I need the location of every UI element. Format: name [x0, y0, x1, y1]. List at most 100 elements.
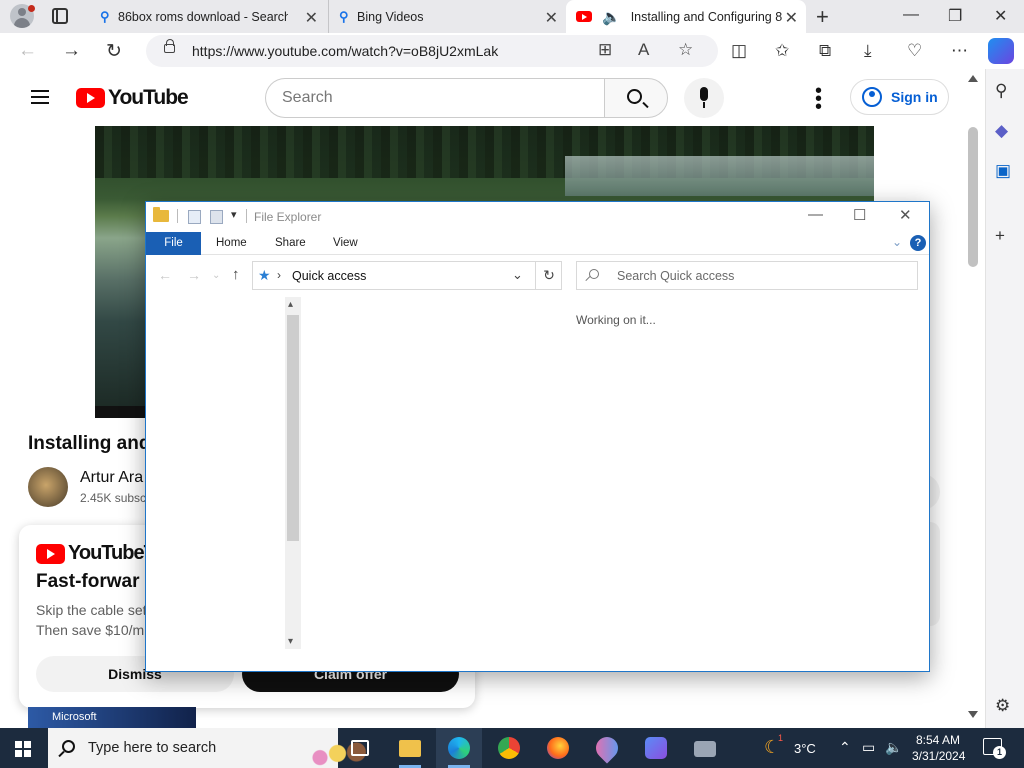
youtube-logo[interactable]: YouTube: [76, 86, 189, 110]
browser-tab-youtube-active[interactable]: 🔈 Installing and Configuring 8 ✕: [566, 0, 806, 33]
recent-locations-icon[interactable]: ⌄: [212, 270, 220, 281]
speaker-icon[interactable]: 🔈: [602, 8, 621, 26]
camera-icon: [694, 741, 716, 757]
copilot-sidebar-icon[interactable]: ◆: [995, 121, 1008, 141]
chevron-up-icon[interactable]: ⌃: [839, 739, 851, 756]
taskbar-chrome[interactable]: [486, 728, 532, 768]
scrollbar-thumb[interactable]: [968, 127, 978, 267]
up-icon[interactable]: ↑: [232, 266, 240, 283]
video-lake: [565, 156, 874, 196]
taskbar-file-explorer[interactable]: [387, 728, 433, 768]
search-icon[interactable]: ⚲: [995, 81, 1007, 101]
task-view-button[interactable]: [337, 728, 383, 768]
downloads-icon[interactable]: ⤓: [864, 41, 872, 61]
back-icon[interactable]: ←: [158, 267, 172, 283]
forward-icon[interactable]: →: [62, 40, 81, 62]
settings-more-icon[interactable]: ⋯: [951, 41, 968, 61]
ribbon-tab-view[interactable]: View: [333, 237, 358, 249]
menu-icon[interactable]: [31, 90, 49, 104]
quick-access-toolbar-dropdown-icon[interactable]: ▾: [231, 208, 237, 221]
loading-status: Working on it...: [576, 313, 656, 327]
explorer-titlebar[interactable]: ▾ File Explorer — ☐ ✕: [146, 202, 929, 232]
new-folder-icon[interactable]: [210, 210, 223, 224]
clock-time[interactable]: 8:54 AM: [916, 733, 960, 747]
close-tab-icon[interactable]: ✕: [305, 8, 318, 28]
windows-start-icon[interactable]: [15, 741, 31, 757]
minimize-icon[interactable]: —: [903, 6, 919, 24]
search-placeholder: Search: [282, 89, 333, 106]
refresh-icon[interactable]: ↻: [106, 40, 122, 63]
outlook-icon[interactable]: ▣: [995, 161, 1011, 181]
network-icon[interactable]: ▭: [862, 739, 875, 756]
tab-actions-icon[interactable]: [52, 8, 68, 24]
help-icon[interactable]: ?: [910, 235, 926, 251]
explorer-search-placeholder: Search Quick access: [617, 269, 735, 283]
ribbon-tab-share[interactable]: Share: [275, 237, 306, 249]
weather-temperature[interactable]: 3°C: [794, 741, 816, 756]
favorites-icon[interactable]: ✩: [775, 41, 789, 61]
channel-avatar[interactable]: [28, 467, 68, 507]
close-icon[interactable]: ✕: [899, 206, 912, 224]
minimize-icon[interactable]: —: [808, 206, 823, 223]
new-tab-icon[interactable]: +: [816, 4, 829, 30]
scroll-down-icon[interactable]: ▾: [288, 636, 293, 647]
gear-icon[interactable]: ⚙: [995, 696, 1010, 716]
taskbar-camera-app[interactable]: [682, 728, 728, 768]
browser-essentials-icon[interactable]: ♡: [907, 41, 922, 61]
file-explorer-icon: [399, 740, 421, 757]
app-available-icon[interactable]: ⊞: [598, 40, 612, 60]
address-bar[interactable]: https://www.youtube.com/watch?v=oB8jU2xm…: [146, 35, 718, 67]
scrollbar-thumb[interactable]: [287, 315, 299, 541]
collections-icon[interactable]: ⧉: [819, 41, 831, 61]
scroll-up-icon[interactable]: ▴: [288, 299, 293, 310]
close-tab-icon[interactable]: ✕: [545, 8, 558, 28]
taskbar-firefox[interactable]: [535, 728, 581, 768]
voice-search-button[interactable]: [684, 78, 724, 118]
copilot-icon[interactable]: [988, 38, 1014, 64]
read-aloud-icon[interactable]: A: [638, 40, 649, 60]
clock-date[interactable]: 3/31/2024: [912, 749, 965, 763]
maximize-icon[interactable]: ☐: [853, 206, 866, 224]
add-sidebar-app-icon[interactable]: +: [995, 226, 1005, 246]
ribbon-tab-home[interactable]: Home: [216, 237, 247, 249]
expand-ribbon-icon[interactable]: ⌄: [892, 235, 902, 249]
sign-in-button[interactable]: Sign in: [850, 79, 949, 115]
breadcrumb-chevron-icon[interactable]: ›: [277, 268, 281, 282]
back-icon[interactable]: ←: [18, 40, 37, 62]
search-input[interactable]: Search: [265, 78, 604, 118]
taskbar-edge[interactable]: [436, 728, 482, 768]
refresh-icon[interactable]: ↻: [535, 261, 562, 290]
restore-icon[interactable]: ❐: [948, 6, 962, 26]
scroll-up-icon[interactable]: [968, 75, 978, 82]
close-tab-icon[interactable]: ✕: [785, 8, 798, 28]
taskbar-media-app[interactable]: [633, 728, 679, 768]
address-dropdown-icon[interactable]: ⌄: [512, 267, 523, 283]
channel-name[interactable]: Artur Ara: [80, 469, 143, 487]
explorer-title: File Explorer: [254, 210, 322, 224]
browser-tab-bing-videos[interactable]: ⚲ Bing Videos ✕: [328, 0, 566, 33]
volume-muted-icon[interactable]: 🔈: [885, 739, 902, 756]
explorer-address-bar[interactable]: ★ › Quick access ⌄ ↻: [252, 261, 562, 290]
browser-tab-86box-search[interactable]: ⚲ 86box roms download - Search ✕: [90, 0, 326, 33]
page-scrollbar[interactable]: [963, 69, 985, 728]
breadcrumb-quick-access[interactable]: Quick access: [292, 269, 366, 283]
search-button[interactable]: [604, 78, 668, 118]
forward-icon[interactable]: →: [187, 267, 201, 283]
file-explorer-window: ▾ File Explorer — ☐ ✕ File Home Share Vi…: [145, 201, 930, 672]
taskbar-paint-app[interactable]: [584, 728, 630, 768]
close-window-icon[interactable]: ✕: [994, 6, 1007, 26]
split-screen-icon[interactable]: ◫: [731, 41, 747, 61]
ribbon-tab-file[interactable]: File: [146, 232, 201, 255]
properties-icon[interactable]: [188, 210, 201, 224]
video-title: Installing and: [28, 433, 151, 454]
explorer-navigation-bar: ← → ⌄ ↑ ★ › Quick access ⌄ ↻ Search Quic…: [146, 255, 929, 295]
favorite-star-icon[interactable]: ☆: [678, 40, 693, 60]
taskbar-search-box[interactable]: Type here to search: [48, 728, 376, 768]
scroll-down-icon[interactable]: [968, 711, 978, 718]
navigation-pane-scrollbar[interactable]: ▴ ▾: [285, 297, 301, 649]
lock-icon[interactable]: [164, 39, 175, 53]
related-video-thumbnail[interactable]: Microsoft: [28, 707, 196, 728]
explorer-search-input[interactable]: Search Quick access: [576, 261, 918, 290]
more-options-icon[interactable]: • • •: [815, 81, 822, 117]
search-icon: [62, 740, 75, 753]
